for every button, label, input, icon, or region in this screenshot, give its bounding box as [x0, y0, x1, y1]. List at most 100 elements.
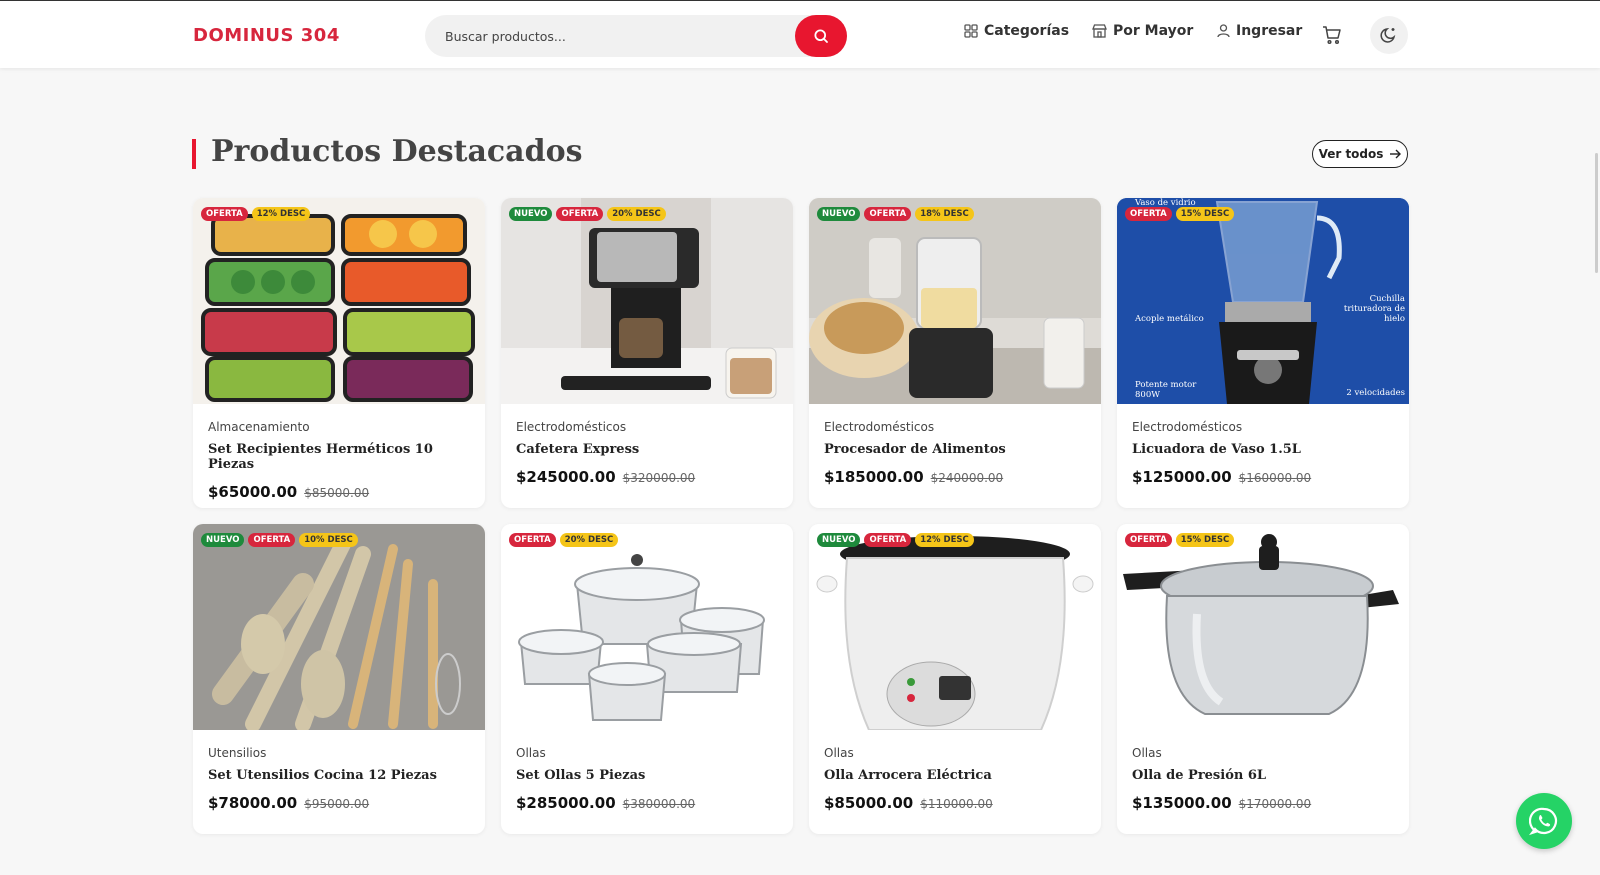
product-name[interactable]: Procesador de Alimentos: [824, 442, 1086, 457]
product-image: NUEVO OFERTA 10% DESC: [193, 524, 485, 730]
product-old-price: $320000.00: [622, 471, 696, 485]
product-category: Electrodomésticos: [1132, 420, 1243, 434]
see-all-button[interactable]: Ver todos: [1312, 140, 1408, 168]
product-card[interactable]: OFERTA 12% DESC Almacenamiento Set Recip…: [193, 198, 485, 508]
product-badges: NUEVO OFERTA 20% DESC: [509, 207, 666, 221]
badge-nuevo: NUEVO: [509, 207, 553, 221]
product-old-price: $380000.00: [622, 797, 696, 811]
badge-discount: 15% DESC: [1175, 533, 1235, 547]
product-image: NUEVO OFERTA 20% DESC: [501, 198, 793, 404]
scrollbar-thumb[interactable]: [1595, 153, 1598, 273]
product-category: Ollas: [824, 746, 854, 760]
product-badges: OFERTA 12% DESC: [201, 207, 311, 221]
see-all-label: Ver todos: [1318, 147, 1384, 161]
product-old-price: $170000.00: [1238, 797, 1312, 811]
product-name[interactable]: Olla Arrocera Eléctrica: [824, 768, 1086, 783]
product-old-price: $110000.00: [920, 797, 993, 811]
product-price: $285000.00: [516, 794, 616, 812]
product-price: $125000.00: [1132, 468, 1232, 486]
product-old-price: $85000.00: [304, 486, 370, 500]
grid-icon: [964, 24, 978, 38]
badge-oferta: OFERTA: [201, 207, 248, 221]
product-card[interactable]: Vaso de vidrio de 1.5L Acople metálico C…: [1117, 198, 1409, 508]
badge-oferta: OFERTA: [509, 533, 556, 547]
product-category: Electrodomésticos: [824, 420, 935, 434]
product-image: NUEVO OFERTA 12% DESC: [809, 524, 1101, 730]
moon-icon: [1380, 27, 1396, 43]
product-badges: OFERTA 20% DESC: [509, 533, 619, 547]
product-card[interactable]: NUEVO OFERTA 18% DESC Electrodomésticos …: [809, 198, 1101, 508]
user-icon: [1217, 24, 1230, 38]
product-card[interactable]: NUEVO OFERTA 20% DESC Electrodomésticos …: [501, 198, 793, 508]
product-old-price: $240000.00: [930, 471, 1004, 485]
product-card[interactable]: OFERTA 15% DESC Ollas Olla de Presión 6L…: [1117, 524, 1409, 834]
badge-nuevo: NUEVO: [817, 207, 861, 221]
badge-discount: 10% DESC: [299, 533, 358, 547]
product-badges: NUEVO OFERTA 10% DESC: [201, 533, 358, 547]
badge-discount: 20% DESC: [559, 533, 619, 547]
nav-categories[interactable]: Categorías: [964, 23, 1069, 39]
product-price: $65000.00: [208, 483, 298, 501]
product-old-price: $95000.00: [304, 797, 370, 811]
product-card[interactable]: NUEVO OFERTA 10% DESC Utensilios Set Ute…: [193, 524, 485, 834]
section-accent-bar: [192, 139, 196, 169]
product-category: Almacenamiento: [208, 420, 310, 434]
product-category: Electrodomésticos: [516, 420, 627, 434]
product-name[interactable]: Cafetera Express: [516, 442, 778, 457]
search-icon: [814, 29, 828, 43]
nav-wholesale[interactable]: Por Mayor: [1092, 23, 1193, 39]
cart-icon: [1323, 26, 1341, 45]
product-badges: NUEVO OFERTA 18% DESC: [817, 207, 974, 221]
product-image: Vaso de vidrio de 1.5L Acople metálico C…: [1117, 198, 1409, 404]
badge-oferta: OFERTA: [556, 207, 604, 221]
product-category: Utensilios: [208, 746, 267, 760]
product-name[interactable]: Licuadora de Vaso 1.5L: [1132, 442, 1394, 457]
product-badges: OFERTA 15% DESC: [1125, 207, 1235, 221]
badge-discount: 20% DESC: [607, 207, 666, 221]
badge-oferta: OFERTA: [248, 533, 296, 547]
badge-discount: 18% DESC: [915, 207, 974, 221]
product-card[interactable]: NUEVO OFERTA 12% DESC Ollas Olla Arrocer…: [809, 524, 1101, 834]
nav-login-label: Ingresar: [1236, 23, 1303, 39]
badge-nuevo: NUEVO: [817, 533, 861, 547]
logo[interactable]: DOMINUS 304: [193, 25, 340, 46]
product-name[interactable]: Olla de Presión 6L: [1132, 768, 1394, 783]
blender-caption-left: Acople metálico: [1135, 314, 1204, 324]
product-name[interactable]: Set Recipientes Herméticos 10 Piezas: [208, 442, 470, 472]
product-price: $85000.00: [824, 794, 914, 812]
search-button[interactable]: [795, 15, 847, 57]
badge-discount: 12% DESC: [251, 207, 311, 221]
product-category: Ollas: [516, 746, 546, 760]
cart-button[interactable]: [1322, 25, 1342, 49]
whatsapp-icon: [1529, 807, 1558, 836]
blender-caption-right: Cuchilla trituradora de hielo: [1343, 294, 1405, 324]
search-bar: [425, 15, 847, 57]
arrow-right-icon: [1390, 149, 1402, 159]
product-card[interactable]: OFERTA 20% DESC Ollas Set Ollas 5 Piezas…: [501, 524, 793, 834]
product-grid: OFERTA 12% DESC Almacenamiento Set Recip…: [193, 198, 1409, 834]
product-name[interactable]: Set Ollas 5 Piezas: [516, 768, 778, 783]
product-category: Ollas: [1132, 746, 1162, 760]
section-title: Productos Destacados: [211, 134, 583, 169]
product-image: OFERTA 15% DESC: [1117, 524, 1409, 730]
nav-login[interactable]: Ingresar: [1217, 23, 1302, 39]
theme-toggle[interactable]: [1370, 16, 1408, 54]
nav-categories-label: Categorías: [984, 23, 1070, 39]
product-image: NUEVO OFERTA 18% DESC: [809, 198, 1101, 404]
site-header: DOMINUS 304 Categorías Por Mayor Ingresa…: [0, 0, 1600, 68]
badge-discount: 12% DESC: [915, 533, 974, 547]
product-badges: OFERTA 15% DESC: [1125, 533, 1235, 547]
product-price: $78000.00: [208, 794, 298, 812]
badge-nuevo: NUEVO: [201, 533, 245, 547]
search-input[interactable]: [445, 15, 775, 57]
product-image: OFERTA 12% DESC: [193, 198, 485, 404]
badge-oferta: OFERTA: [1125, 207, 1172, 221]
store-icon: [1092, 24, 1107, 38]
product-price: $245000.00: [516, 468, 616, 486]
whatsapp-button[interactable]: [1516, 793, 1572, 849]
badge-oferta: OFERTA: [1125, 533, 1172, 547]
product-old-price: $160000.00: [1238, 471, 1312, 485]
badge-oferta: OFERTA: [864, 207, 912, 221]
product-name[interactable]: Set Utensilios Cocina 12 Piezas: [208, 768, 470, 783]
product-image: OFERTA 20% DESC: [501, 524, 793, 730]
